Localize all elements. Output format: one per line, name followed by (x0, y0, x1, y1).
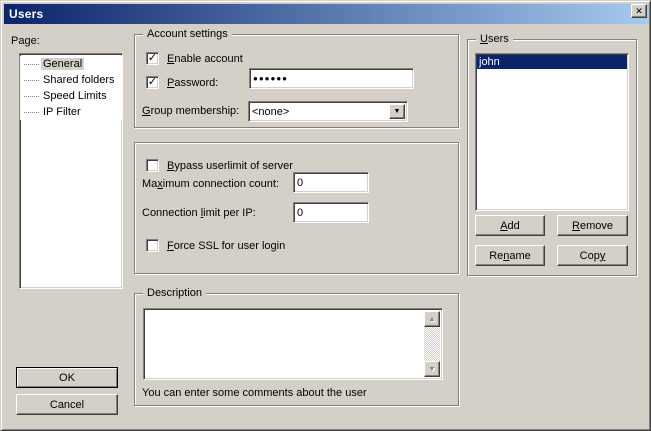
rename-button[interactable]: Rename (475, 245, 545, 266)
arrow-up-icon: ▲ (429, 316, 436, 323)
max-connection-input[interactable] (293, 172, 369, 193)
users-dialog: Users ✕ Page: General Shared folders Spe… (0, 0, 651, 431)
password-label: Password: (167, 77, 218, 89)
connection-per-ip-label: Connection limit per IP: (142, 207, 256, 219)
bypass-userlimit-checkbox[interactable] (146, 159, 159, 172)
title-bar: Users (4, 4, 649, 24)
users-group-title: Users (476, 32, 513, 46)
password-checkbox[interactable]: ✓ (146, 76, 159, 89)
ok-button[interactable]: OK (16, 367, 118, 388)
cancel-button[interactable]: Cancel (16, 394, 118, 415)
add-button[interactable]: Add (475, 215, 545, 236)
scroll-up-button[interactable]: ▲ (424, 311, 440, 327)
page-tree: General Shared folders Speed Limits IP F… (19, 53, 123, 289)
tree-connector (24, 96, 39, 97)
group-membership-select[interactable]: <none> ▼ (248, 101, 408, 122)
description-textarea[interactable]: ▲ ▼ (143, 308, 443, 380)
group-membership-value: <none> (252, 106, 289, 118)
tree-item-shared-folders[interactable]: Shared folders (20, 72, 122, 88)
users-list: john (475, 53, 629, 211)
force-ssl-label: Force SSL for user login (167, 240, 285, 252)
checkmark-icon: ✓ (148, 53, 157, 64)
user-list-item-john[interactable]: john (477, 55, 627, 69)
window-title: Users (9, 7, 43, 21)
enable-account-label: Enable account (167, 53, 243, 65)
enable-account-checkbox[interactable]: ✓ (146, 52, 159, 65)
combo-dropdown-button[interactable]: ▼ (389, 104, 405, 119)
checkmark-icon: ✓ (148, 77, 157, 88)
tree-item-general[interactable]: General (20, 56, 122, 72)
tree-connector (24, 64, 39, 65)
tree-item-speed-limits[interactable]: Speed Limits (20, 88, 122, 104)
group-membership-label: Group membership: (142, 105, 239, 117)
close-button[interactable]: ✕ (631, 4, 647, 18)
force-ssl-checkbox[interactable] (146, 239, 159, 252)
tree-item-ip-filter[interactable]: IP Filter (20, 104, 122, 120)
arrow-down-icon: ▼ (429, 366, 436, 373)
description-title: Description (143, 286, 206, 300)
page-label: Page: (11, 35, 40, 47)
connection-per-ip-input[interactable] (293, 202, 369, 223)
description-hint: You can enter some comments about the us… (142, 387, 367, 399)
remove-button[interactable]: Remove (557, 215, 628, 236)
description-scrollbar[interactable]: ▲ ▼ (424, 311, 440, 377)
max-connection-label: Maximum connection count: (142, 178, 279, 190)
tree-connector (24, 80, 39, 81)
tree-connector (24, 112, 39, 113)
account-settings-title: Account settings (143, 27, 232, 41)
close-icon: ✕ (635, 7, 643, 16)
scroll-down-button[interactable]: ▼ (424, 361, 440, 377)
chevron-down-icon: ▼ (394, 108, 401, 115)
copy-button[interactable]: Copy (557, 245, 628, 266)
password-input[interactable] (249, 68, 414, 89)
bypass-userlimit-label: Bypass userlimit of server (167, 160, 293, 172)
